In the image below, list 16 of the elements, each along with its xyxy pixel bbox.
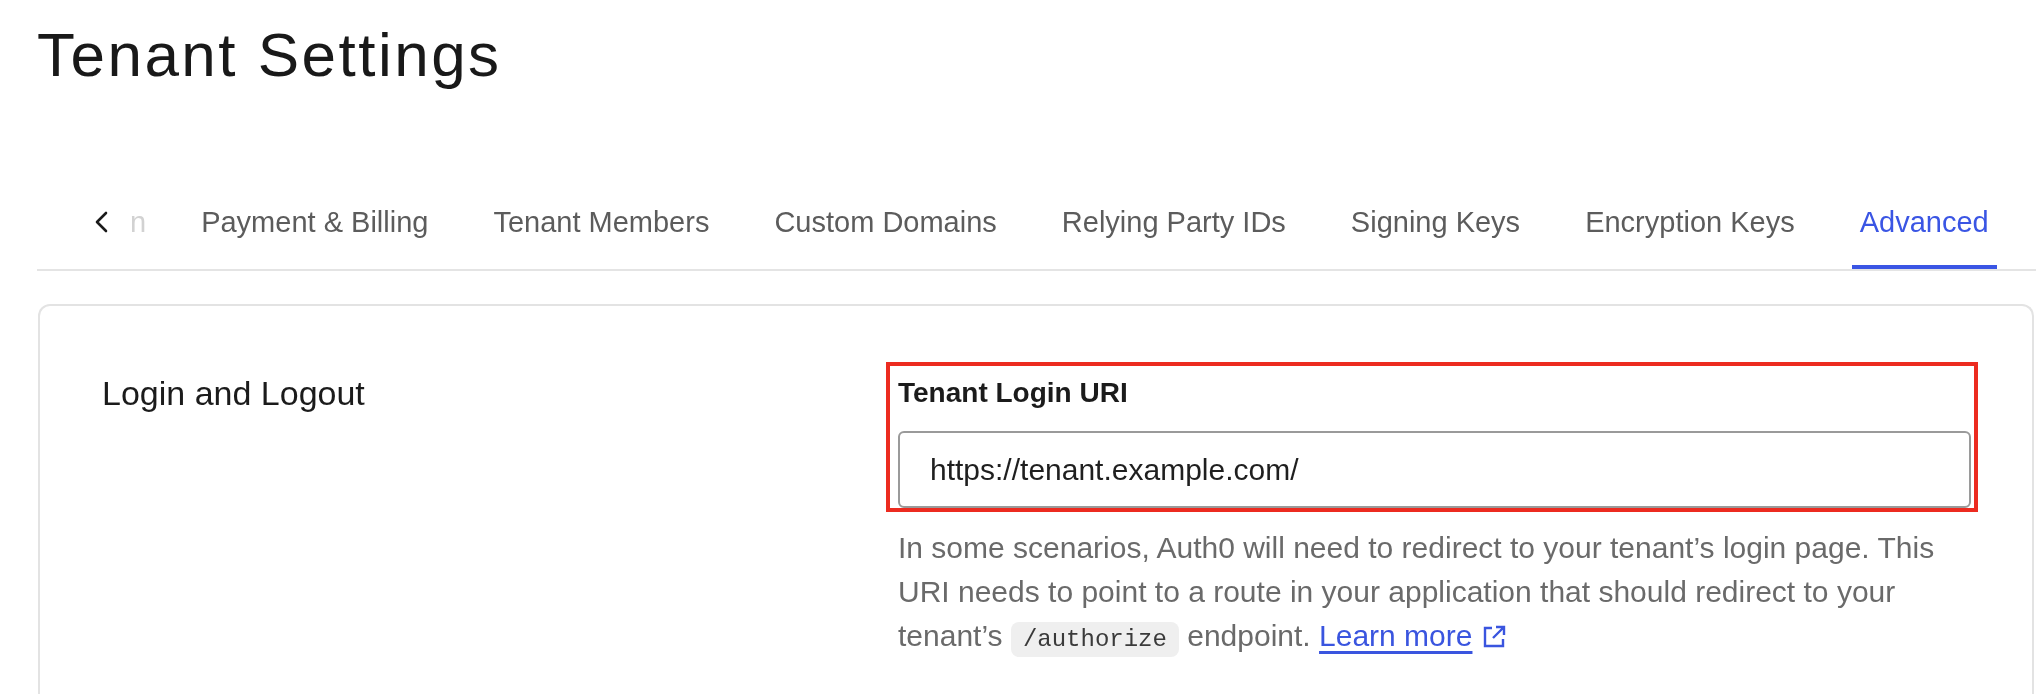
learn-more-link[interactable]: Learn more xyxy=(1319,619,1473,652)
input-field[interactable]: https://tenant.example.com/ xyxy=(898,431,1971,508)
section-title: Login and Logout xyxy=(102,373,365,413)
tab[interactable]: Custom Domains xyxy=(766,204,1005,269)
inline-code: /authorize xyxy=(1010,622,1179,657)
field-label: Tenant Login URI xyxy=(898,376,1128,410)
tab[interactable]: Encryption Keys xyxy=(1577,204,1803,269)
tab[interactable]: Tenant Members xyxy=(485,204,718,269)
chevron-left-icon xyxy=(94,211,108,233)
tab[interactable]: Signing Keys xyxy=(1342,204,1529,269)
external-link-icon xyxy=(1482,625,1507,649)
tab[interactable]: Payment & Billing xyxy=(193,204,437,269)
help-text: In some scenarios, Auth0 will need to redirect to your tenant’s login page. This URI needs to point to a route in your application that should redirect to your tenant’s /authorize endpoint. Learn more xyxy=(898,526,1975,658)
page-title: Tenant Settings xyxy=(37,19,502,91)
tab[interactable]: Advanced xyxy=(1851,204,1997,269)
tab[interactable]: Relying Party IDs xyxy=(1053,204,1294,269)
